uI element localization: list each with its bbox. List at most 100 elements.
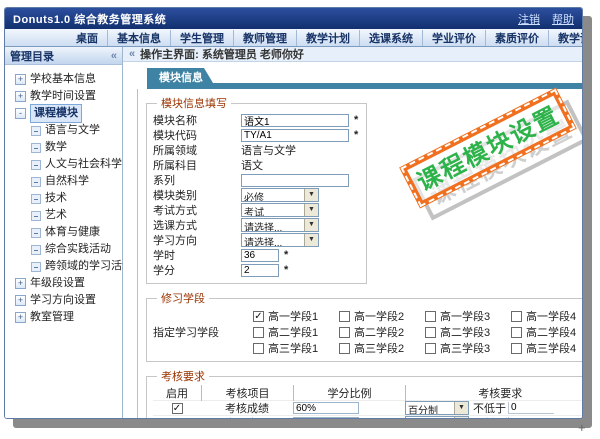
assessment-row-exam-score: 考核成绩 百分制▼ 不低于 — [153, 400, 582, 415]
period-checkbox-g1t4[interactable]: 高一学段4 — [511, 308, 582, 324]
sidebar-item-humanities[interactable]: 人文与社会科学 — [7, 156, 122, 173]
exam-method-select[interactable]: 考试 ▼ — [241, 203, 319, 217]
dropdown-arrow-icon[interactable]: ▼ — [304, 204, 318, 216]
sidebar-item-teaching-time[interactable]: + 教学时间设置 — [7, 88, 120, 105]
sidebar-item-comprehensive-practice[interactable]: 综合实践活动 — [7, 241, 120, 258]
checkbox[interactable] — [253, 342, 264, 354]
sidebar-collapse-icon[interactable]: « — [111, 50, 117, 62]
panel-collapse-icon[interactable]: « — [129, 48, 135, 60]
app-title: Donuts1.0 综合教务管理系统 — [13, 13, 167, 26]
checkbox[interactable] — [339, 342, 350, 354]
course-selection-mode-select[interactable]: 请选择... ▼ — [241, 218, 319, 232]
menu-teacher-mgmt[interactable]: 教师管理 — [233, 29, 296, 46]
dropdown-arrow-icon[interactable]: ▼ — [454, 402, 468, 414]
period-checkbox-g3t1[interactable]: 高三学段1 — [253, 340, 339, 356]
menu-basic-info[interactable]: 基本信息 — [107, 29, 170, 46]
sidebar-item-school-info[interactable]: + 学校基本信息 — [7, 71, 120, 88]
checkbox[interactable] — [511, 342, 522, 354]
enable-checkbox[interactable] — [171, 402, 183, 414]
dropdown-arrow-icon[interactable]: ▼ — [304, 219, 318, 231]
logout-link[interactable]: 注销 — [518, 11, 540, 27]
menu-course-selection[interactable]: 选课系统 — [359, 29, 422, 46]
expand-icon[interactable]: + — [15, 91, 26, 102]
menu-teaching-eval[interactable]: 教学评价 — [548, 29, 582, 46]
study-direction-select[interactable]: 请选择... ▼ — [241, 233, 319, 247]
sidebar-item-math[interactable]: 数学 — [7, 139, 120, 156]
sidebar-item-direction-settings[interactable]: + 学习方向设置 — [7, 292, 120, 309]
dropdown-arrow-icon[interactable]: ▼ — [304, 189, 318, 201]
menu-quality-eval[interactable]: 素质评价 — [485, 29, 548, 46]
sidebar-item-classroom-mgmt[interactable]: + 教室管理 — [7, 309, 120, 326]
period-checkbox-g1t3[interactable]: 高一学段3 — [425, 308, 511, 324]
dropdown-arrow-icon[interactable]: ▼ — [304, 234, 318, 246]
period-checkbox-g3t3[interactable]: 高三学段3 — [425, 340, 511, 356]
period-checkbox-g3t4[interactable]: 高三学段4 — [511, 340, 582, 356]
checkbox[interactable] — [511, 326, 522, 338]
min-score-input[interactable] — [508, 417, 554, 418]
sidebar-item-art[interactable]: 艺术 — [7, 207, 120, 224]
sidebar-item-course-modules[interactable]: - 课程模块 — [7, 104, 120, 123]
menu-academic-eval[interactable]: 学业评价 — [422, 29, 485, 46]
checkbox[interactable] — [253, 326, 264, 338]
module-category-select[interactable]: 必修 ▼ — [241, 188, 319, 202]
tab-module-info[interactable]: 模块信息 — [147, 68, 213, 83]
menu-desktop[interactable]: 桌面 — [67, 30, 107, 46]
required-mark: * — [354, 129, 359, 141]
expand-icon[interactable]: + — [15, 74, 26, 85]
form-row-series: 系列 — [153, 173, 358, 187]
leaf-icon — [31, 210, 41, 221]
checkbox[interactable] — [425, 310, 436, 322]
period-checkbox-g2t3[interactable]: 高二学段3 — [425, 324, 511, 340]
help-link[interactable]: 帮助 — [552, 11, 574, 27]
checkbox[interactable] — [339, 310, 350, 322]
period-checkbox-g1t2[interactable]: 高一学段2 — [339, 308, 425, 324]
series-input[interactable] — [241, 173, 349, 187]
dropdown-arrow-icon[interactable]: ▼ — [454, 417, 468, 418]
menu-student-mgmt[interactable]: 学生管理 — [170, 29, 233, 46]
sidebar-item-grade-settings[interactable]: + 年级段设置 — [7, 275, 120, 292]
checkbox[interactable] — [253, 310, 264, 322]
collapse-expand-icon[interactable]: - — [15, 108, 26, 119]
sidebar-item-technology[interactable]: 技术 — [7, 190, 120, 207]
stamp-text: 课程模块设置 — [399, 87, 577, 209]
credits-input[interactable] — [241, 263, 279, 277]
study-periods-legend: 修习学段 — [161, 293, 205, 305]
scale-select[interactable]: 百分制▼ — [405, 416, 469, 418]
operation-status-bar: « 操作主界面: 系统管理员 老师你好 — [123, 47, 582, 62]
content-body: 模块信息 模块信息填写 模块名称 * 模块代码 — [123, 62, 582, 418]
min-score-input[interactable] — [508, 402, 554, 414]
form-row-credits: 学分 * — [153, 263, 358, 277]
class-hours-input[interactable] — [241, 248, 279, 262]
module-name-input[interactable] — [241, 113, 349, 127]
content-area: « 操作主界面: 系统管理员 老师你好 模块信息 模块信息填写 模块名称 * — [123, 47, 582, 418]
checkbox[interactable] — [511, 310, 522, 322]
expand-icon[interactable]: + — [15, 312, 26, 323]
study-periods-fieldset: 修习学段 指定学习学段 高一学段1 高一学段2 高一学段3 高一学段4 — [146, 290, 582, 362]
module-info-legend: 模块信息填写 — [161, 98, 227, 110]
period-checkbox-g3t2[interactable]: 高三学段2 — [339, 340, 425, 356]
expand-icon[interactable]: + — [15, 295, 26, 306]
expand-icon[interactable]: + — [15, 278, 26, 289]
period-checkbox-g2t4[interactable]: 高二学段4 — [511, 324, 582, 340]
period-checkbox-g2t1[interactable]: 高二学段1 — [253, 324, 339, 340]
leaf-icon — [31, 193, 41, 204]
checkbox[interactable] — [425, 326, 436, 338]
sidebar-item-language-literature[interactable]: 语言与文学 — [7, 122, 120, 139]
period-checkbox-g1t1[interactable]: 高一学段1 — [253, 308, 339, 324]
period-checkbox-g2t2[interactable]: 高二学段2 — [339, 324, 425, 340]
module-code-input[interactable] — [241, 128, 349, 142]
sidebar-item-natural-science[interactable]: 自然科学 — [7, 173, 120, 190]
form-row-subject: 所属科目 语文 — [153, 158, 358, 172]
sidebar-item-pe-health[interactable]: 体育与健康 — [7, 224, 120, 241]
checkbox[interactable] — [425, 342, 436, 354]
ratio-input[interactable] — [293, 417, 359, 418]
periods-row-label: 指定学习学段 — [153, 327, 219, 339]
checkbox[interactable] — [339, 326, 350, 338]
required-mark: * — [284, 264, 289, 276]
scale-select[interactable]: 百分制▼ — [405, 401, 469, 415]
form-row-module-name: 模块名称 * — [153, 113, 358, 127]
sidebar-item-cross-domain[interactable]: 跨领域的学习活动 — [7, 258, 133, 275]
ratio-input[interactable] — [293, 402, 359, 415]
menu-teaching-plan[interactable]: 教学计划 — [296, 29, 359, 46]
enable-checkbox[interactable] — [171, 417, 183, 418]
